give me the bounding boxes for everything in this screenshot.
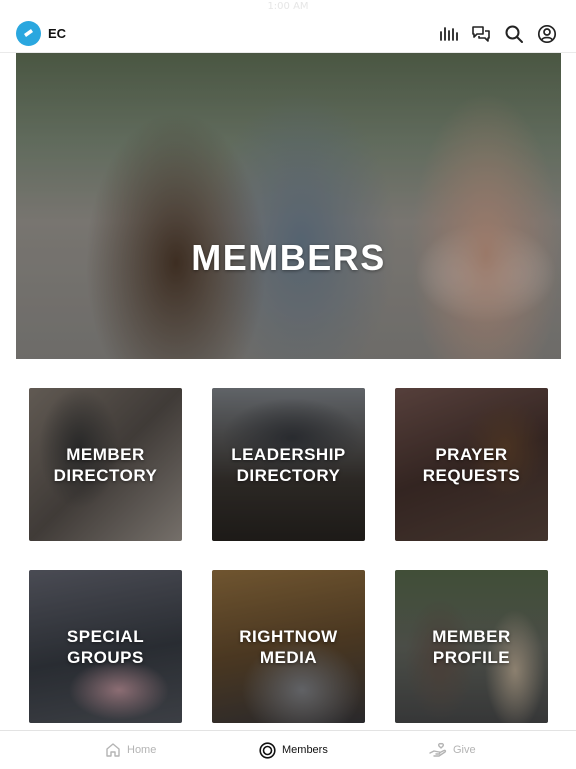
- tile-label-line: DIRECTORY: [53, 466, 158, 485]
- tab-give[interactable]: Give: [429, 731, 476, 769]
- tile-label: MEMBER PROFILE: [395, 626, 548, 668]
- tile-label-line: RIGHTNOW: [239, 627, 338, 646]
- status-bar: 1:00 AM: [0, 0, 576, 16]
- tile-label-line: GROUPS: [67, 648, 144, 667]
- tile-label-line: DIRECTORY: [236, 466, 341, 485]
- home-icon: [106, 743, 120, 757]
- tile-label-line: MEMBER: [432, 627, 511, 646]
- tile-rightnow-media[interactable]: RIGHTNOW MEDIA: [212, 570, 365, 723]
- tile-member-profile[interactable]: MEMBER PROFILE: [395, 570, 548, 723]
- bottom-tab-bar: Home Members Give: [0, 730, 576, 769]
- tile-label-line: PROFILE: [432, 648, 511, 667]
- tile-prayer-requests[interactable]: PRAYER REQUESTS: [395, 388, 548, 541]
- tile-label: LEADERSHIP DIRECTORY: [212, 444, 365, 486]
- members-icon: [259, 741, 276, 759]
- app-logo[interactable]: [16, 21, 41, 46]
- tile-label-line: PRAYER: [435, 445, 508, 464]
- tile-member-directory[interactable]: MEMBER DIRECTORY: [29, 388, 182, 541]
- hero-banner: MEMBERS: [16, 53, 561, 359]
- tab-home[interactable]: Home: [105, 731, 156, 769]
- tile-label-line: MEMBER: [66, 445, 145, 464]
- tab-home-label: Home: [127, 744, 157, 756]
- tile-label-line: MEDIA: [259, 648, 318, 667]
- search-icon[interactable]: [504, 24, 524, 44]
- tile-label-line: LEADERSHIP: [231, 445, 346, 464]
- tile-label: RIGHTNOW MEDIA: [212, 626, 365, 668]
- profile-icon[interactable]: [537, 24, 557, 44]
- audio-bars-icon[interactable]: [439, 24, 459, 44]
- chat-icon[interactable]: [471, 24, 491, 44]
- app-initials: EC: [48, 26, 67, 41]
- hero-overlay: [16, 53, 561, 359]
- tile-label: MEMBER DIRECTORY: [29, 444, 182, 486]
- tile-special-groups[interactable]: SPECIAL GROUPS: [29, 570, 182, 723]
- top-nav: EC: [0, 16, 576, 53]
- logo-mark-icon: [24, 29, 33, 37]
- status-time: 1:00 AM: [267, 1, 309, 12]
- tile-leadership-directory[interactable]: LEADERSHIP DIRECTORY: [212, 388, 365, 541]
- tab-members-label: Members: [282, 744, 328, 756]
- tab-members[interactable]: Members: [259, 731, 328, 769]
- tile-label: SPECIAL GROUPS: [29, 626, 182, 668]
- page-title: MEMBERS: [191, 237, 386, 278]
- tile-label-line: SPECIAL: [66, 627, 145, 646]
- tile-label-line: REQUESTS: [422, 466, 521, 485]
- give-icon: [429, 742, 447, 757]
- tab-give-label: Give: [453, 744, 476, 756]
- tile-label: PRAYER REQUESTS: [395, 444, 548, 486]
